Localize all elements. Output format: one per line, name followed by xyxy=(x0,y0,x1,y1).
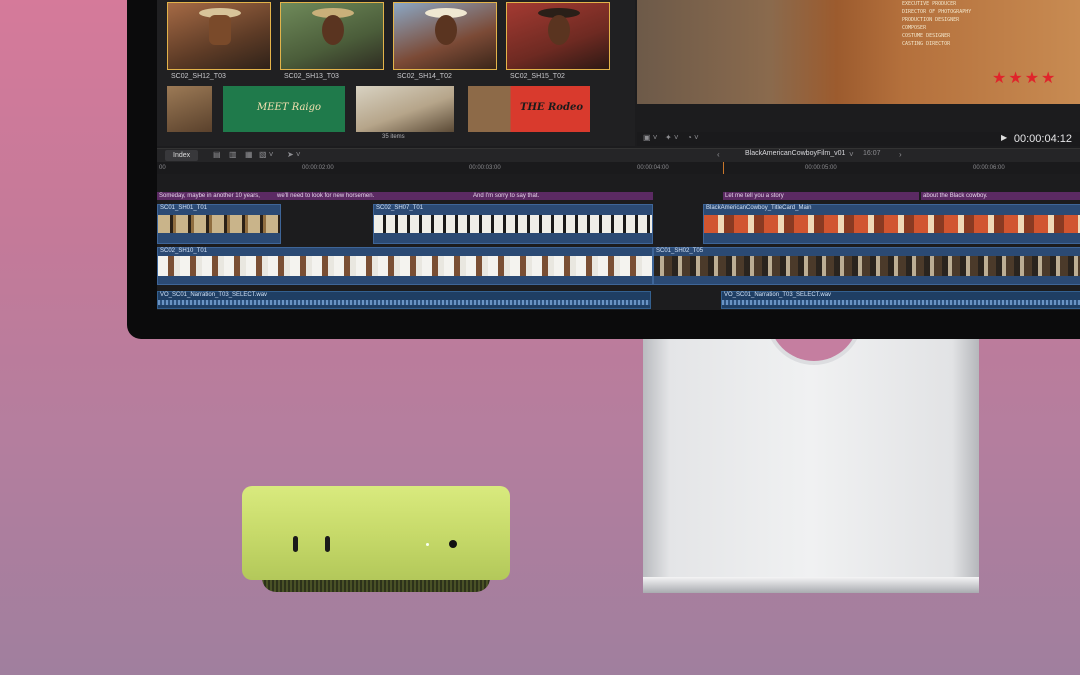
timeline-clip[interactable]: SC01_SH02_T05 xyxy=(653,247,1080,285)
overwrite-clip-icon[interactable]: ▧ ˅ xyxy=(259,150,273,159)
power-led xyxy=(426,543,429,546)
film-credits: EXECUTIVE PRODUCER DIRECTOR OF PHOTOGRAP… xyxy=(902,0,971,48)
clip-thumbnail[interactable] xyxy=(393,2,497,70)
caption-clip[interactable]: Let me tell you a story xyxy=(723,192,919,200)
clip-thumbnail[interactable] xyxy=(167,2,271,70)
timeline-toolbar: Index ▤ ▥ ▦ ▧ ˅ ➤ ˅ ‹ BlackAmericanCowbo… xyxy=(157,148,1080,162)
clip-name: VO_SC01_Narration_T03_SELECT.wav xyxy=(724,292,832,298)
timecode-display: 00:00:04:12 xyxy=(1013,133,1072,145)
back-arrow-icon[interactable]: ‹ xyxy=(717,150,720,159)
chevron-down-icon[interactable]: ˅ xyxy=(849,150,854,159)
title-card-text: THE Rodeo xyxy=(520,102,583,113)
rating-stars: ★★★★ xyxy=(992,70,1058,87)
play-icon[interactable]: ▶ xyxy=(1001,133,1007,142)
mac-mini-vent xyxy=(262,578,490,592)
clip-thumbnail[interactable] xyxy=(280,2,384,70)
credit-line: CASTING DIRECTOR xyxy=(902,41,951,47)
clip-name: SC02_SH10_T01 xyxy=(160,248,208,254)
clip-thumbnail[interactable] xyxy=(167,86,212,132)
select-tool-icon[interactable]: ➤ ˅ xyxy=(287,150,301,159)
caption-clip[interactable]: about the Black cowboy. xyxy=(921,192,1080,200)
credit-line: DIRECTOR OF PHOTOGRAPHY xyxy=(902,9,972,15)
clip-name: SC02_SH07_T01 xyxy=(376,205,424,211)
speed-icon[interactable]: ◔ ˅ xyxy=(687,133,699,142)
viewer-frame xyxy=(637,0,1080,104)
title-card-thumbnail[interactable]: MEET Raigo xyxy=(223,86,345,132)
insert-clip-icon[interactable]: ▥ xyxy=(229,150,237,159)
items-count: 35 items xyxy=(382,134,405,140)
clip-name: VO_SC01_Narration_T03_SELECT.wav xyxy=(160,292,268,298)
final-cut-pro-window: SC02_SH12_T03 SC02_SH13_T03 SC02_SH14_T0… xyxy=(157,0,1080,310)
audio-clip[interactable]: VO_SC01_Narration_T03_SELECT.wav xyxy=(721,291,1080,309)
stand-base xyxy=(643,577,979,593)
ruler-tick: 00:00:04:00 xyxy=(637,165,669,171)
viewer-toolbar: ▣ ˅ ✦ ˅ ◔ ˅ ▶ 00:00:04:12 xyxy=(637,132,1080,146)
connect-clip-icon[interactable]: ▤ xyxy=(213,150,221,159)
transform-icon[interactable]: ▣ ˅ xyxy=(643,133,657,142)
timeline-clip[interactable]: BlackAmericanCowboy_TitleCard_Main xyxy=(703,204,1080,244)
clip-thumbnail[interactable] xyxy=(506,2,610,70)
enhance-icon[interactable]: ✦ ˅ xyxy=(665,133,679,142)
caption-clip[interactable]: we'll need to look for new horsemen. xyxy=(275,192,471,200)
headphone-jack xyxy=(449,540,457,548)
playhead[interactable] xyxy=(723,162,724,174)
ruler-tick: 00:00:03:00 xyxy=(469,165,501,171)
clip-label: SC02_SH13_T03 xyxy=(284,73,339,80)
timeline-clip[interactable]: SC01_SH01_T01 xyxy=(157,204,281,244)
clip-name: BlackAmericanCowboy_TitleCard_Main xyxy=(706,205,812,211)
clip-name: SC01_SH02_T05 xyxy=(656,248,704,254)
title-card-thumbnail[interactable]: THE Rodeo xyxy=(468,86,590,132)
project-duration: 16:07 xyxy=(863,150,881,157)
clip-label: SC02_SH12_T03 xyxy=(171,73,226,80)
clip-label: SC02_SH14_T02 xyxy=(397,73,452,80)
credit-line: PRODUCTION DESIGNER xyxy=(902,17,960,23)
media-browser: SC02_SH12_T03 SC02_SH13_T03 SC02_SH14_T0… xyxy=(157,0,635,146)
timeline-ruler[interactable]: 00 00:00:02:00 00:00:03:00 00:00:04:00 0… xyxy=(157,162,1080,174)
credit-line: COMPOSER xyxy=(902,25,927,31)
usb-c-port xyxy=(325,536,330,552)
timeline-clip[interactable]: SC02_SH07_T01 xyxy=(373,204,653,244)
ruler-tick: 00:00:06:00 xyxy=(973,165,1005,171)
caption-clip[interactable]: And I'm sorry to say that. xyxy=(471,192,653,200)
credit-line: EXECUTIVE PRODUCER xyxy=(902,1,957,7)
display-stand xyxy=(643,315,979,593)
ruler-tick: 00:00:02:00 xyxy=(302,165,334,171)
ruler-tick: 00:00:05:00 xyxy=(805,165,837,171)
clip-name: SC01_SH01_T01 xyxy=(160,205,208,211)
ruler-tick: 00 xyxy=(159,165,166,171)
credit-line: COSTUME DESIGNER xyxy=(902,33,951,39)
clip-thumbnail[interactable] xyxy=(356,86,454,132)
mac-mini xyxy=(242,486,510,580)
audio-clip[interactable]: VO_SC01_Narration_T03_SELECT.wav xyxy=(157,291,651,309)
forward-arrow-icon[interactable]: › xyxy=(899,150,902,159)
timeline-clip[interactable]: SC02_SH10_T01 xyxy=(157,247,653,285)
append-clip-icon[interactable]: ▦ xyxy=(245,150,253,159)
index-button[interactable]: Index xyxy=(165,150,199,161)
clip-label: SC02_SH15_T02 xyxy=(510,73,565,80)
caption-clip[interactable]: Someday, maybe in another 10 years, xyxy=(157,192,275,200)
project-name[interactable]: BlackAmericanCowboyFilm_v01 xyxy=(745,150,845,157)
title-card-text: MEET Raigo xyxy=(257,102,322,113)
usb-c-port xyxy=(293,536,298,552)
